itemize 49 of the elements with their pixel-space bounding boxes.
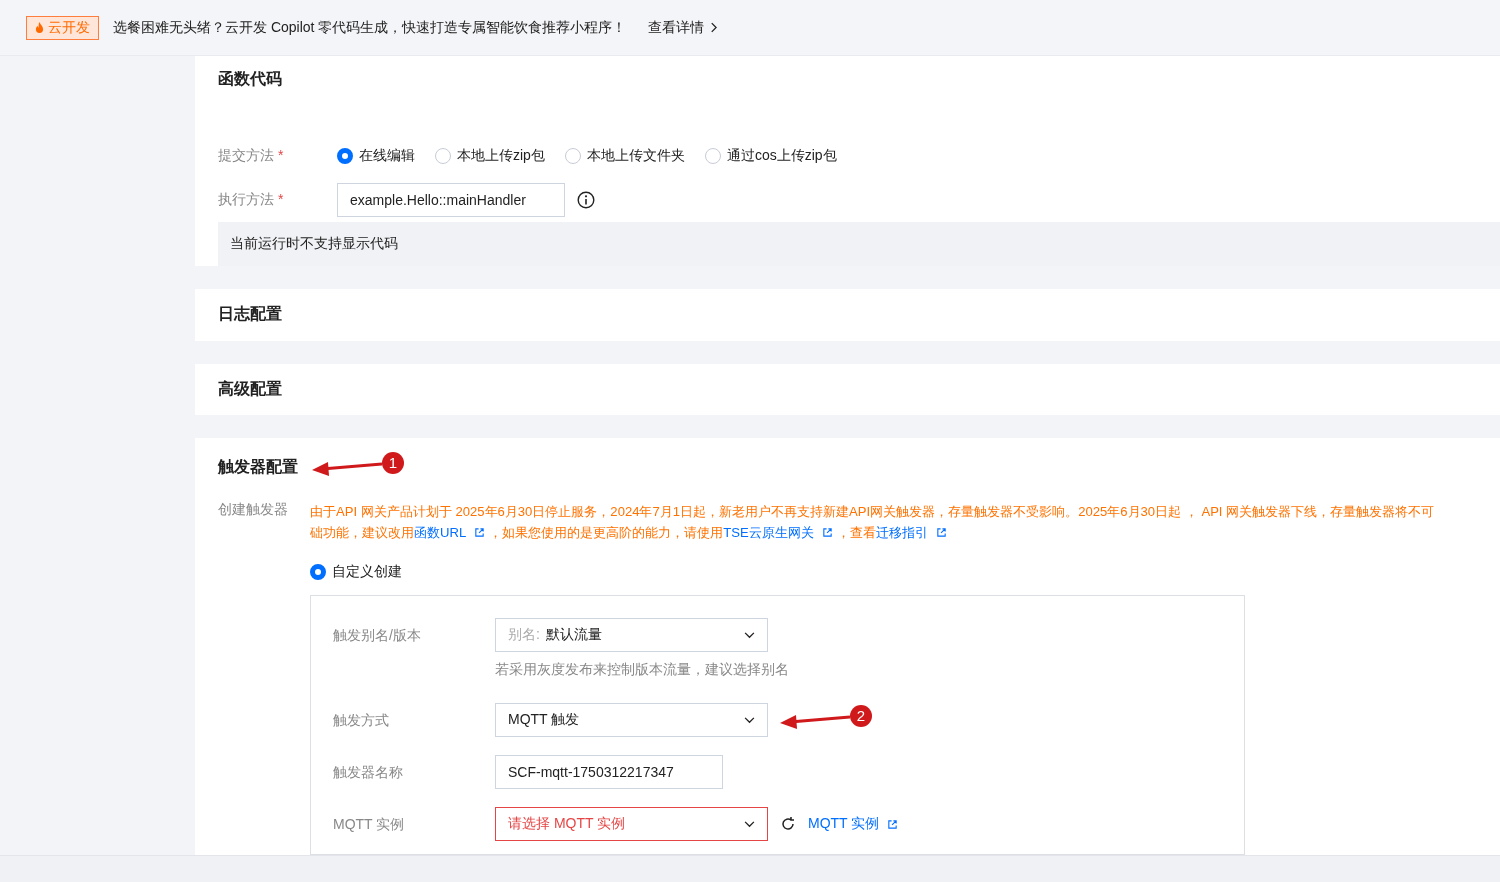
annotation-arrow bbox=[312, 462, 382, 476]
promo-badge: 云开发 bbox=[26, 15, 99, 40]
section-title: 函数代码 bbox=[218, 69, 283, 89]
radio-option[interactable]: 自定义创建 bbox=[310, 563, 402, 581]
code-notice: 当前运行时不支持显示代码 bbox=[218, 222, 1500, 266]
annotation-arrow bbox=[780, 715, 850, 729]
external-link-icon bbox=[821, 527, 833, 538]
select-field[interactable]: 别名: 默认流量 bbox=[495, 618, 768, 652]
doc-link[interactable]: 函数URL bbox=[414, 522, 486, 543]
details-link[interactable]: 查看详情 bbox=[648, 18, 718, 37]
select-field[interactable]: 请选择 MQTT 实例 bbox=[495, 807, 768, 841]
field-label: 触发器名称 bbox=[333, 763, 404, 782]
refresh-icon[interactable] bbox=[780, 816, 796, 832]
required-mark: * bbox=[278, 191, 284, 207]
promo-message: 选餐困难无头绪？云开发 Copilot 零代码生成，快速打造专属智能饮食推荐小程序！ bbox=[113, 18, 627, 37]
handler-input[interactable]: example.Hello::mainHandler bbox=[337, 183, 565, 217]
field-label: 触发别名/版本 bbox=[333, 626, 422, 645]
notice-text: 由于API 网关产品计划于 2025年6月30日停止服务，2024年7月1日起，新老用户不再支持新建API网关触发器，存量触发器不受影响。2025年6月30日起 ， API 网关触发器下线，存量触发器将不可 bbox=[310, 503, 1436, 521]
flame-icon bbox=[35, 22, 44, 33]
field-label: 执行方法 * bbox=[218, 191, 285, 209]
section-title: 触发器配置 bbox=[218, 456, 298, 477]
info-icon[interactable] bbox=[577, 191, 595, 209]
field-label: 创建触发器 bbox=[218, 501, 289, 519]
step-number-badge: 1 bbox=[382, 452, 404, 474]
chevron-down-icon bbox=[744, 631, 755, 639]
section-title[interactable]: 高级配置 bbox=[218, 378, 282, 400]
step-number-badge: 2 bbox=[850, 705, 872, 727]
field-label: 提交方法 * bbox=[218, 147, 285, 165]
trigger-name-input[interactable]: SCF-mqtt-1750312217347 bbox=[495, 755, 723, 789]
doc-link[interactable]: 迁移指引 bbox=[875, 522, 947, 543]
external-link-icon bbox=[474, 527, 486, 538]
field-label: MQTT 实例 bbox=[333, 815, 406, 834]
required-mark: * bbox=[278, 147, 284, 163]
chevron-down-icon bbox=[744, 820, 755, 828]
mqtt-instance-link[interactable]: MQTT 实例 bbox=[808, 815, 899, 833]
chevron-down-icon bbox=[744, 716, 755, 724]
radio-option[interactable]: 本地上传zip包 bbox=[435, 147, 545, 165]
external-link-icon bbox=[935, 527, 947, 538]
radio-option[interactable]: 本地上传文件夹 bbox=[564, 147, 685, 165]
field-label: 触发方式 bbox=[333, 711, 390, 730]
select-field[interactable]: MQTT 触发 bbox=[495, 703, 768, 737]
radio-option[interactable]: 在线编辑 bbox=[337, 147, 415, 165]
notice-text: 础功能，建议改用函数URL ，如果您使用的是更高阶的能力，请使用TSE云原生网关 ，查看迁移指引 bbox=[310, 522, 1500, 543]
external-link-icon bbox=[887, 818, 899, 830]
radio-option[interactable]: 通过cos上传zip包 bbox=[704, 147, 837, 165]
chevron-right-icon bbox=[710, 22, 718, 33]
section-title[interactable]: 日志配置 bbox=[218, 304, 282, 326]
field-hint: 若采用灰度发布来控制版本流量，建议选择别名 bbox=[495, 661, 789, 679]
doc-link[interactable]: TSE云原生网关 bbox=[723, 522, 833, 543]
